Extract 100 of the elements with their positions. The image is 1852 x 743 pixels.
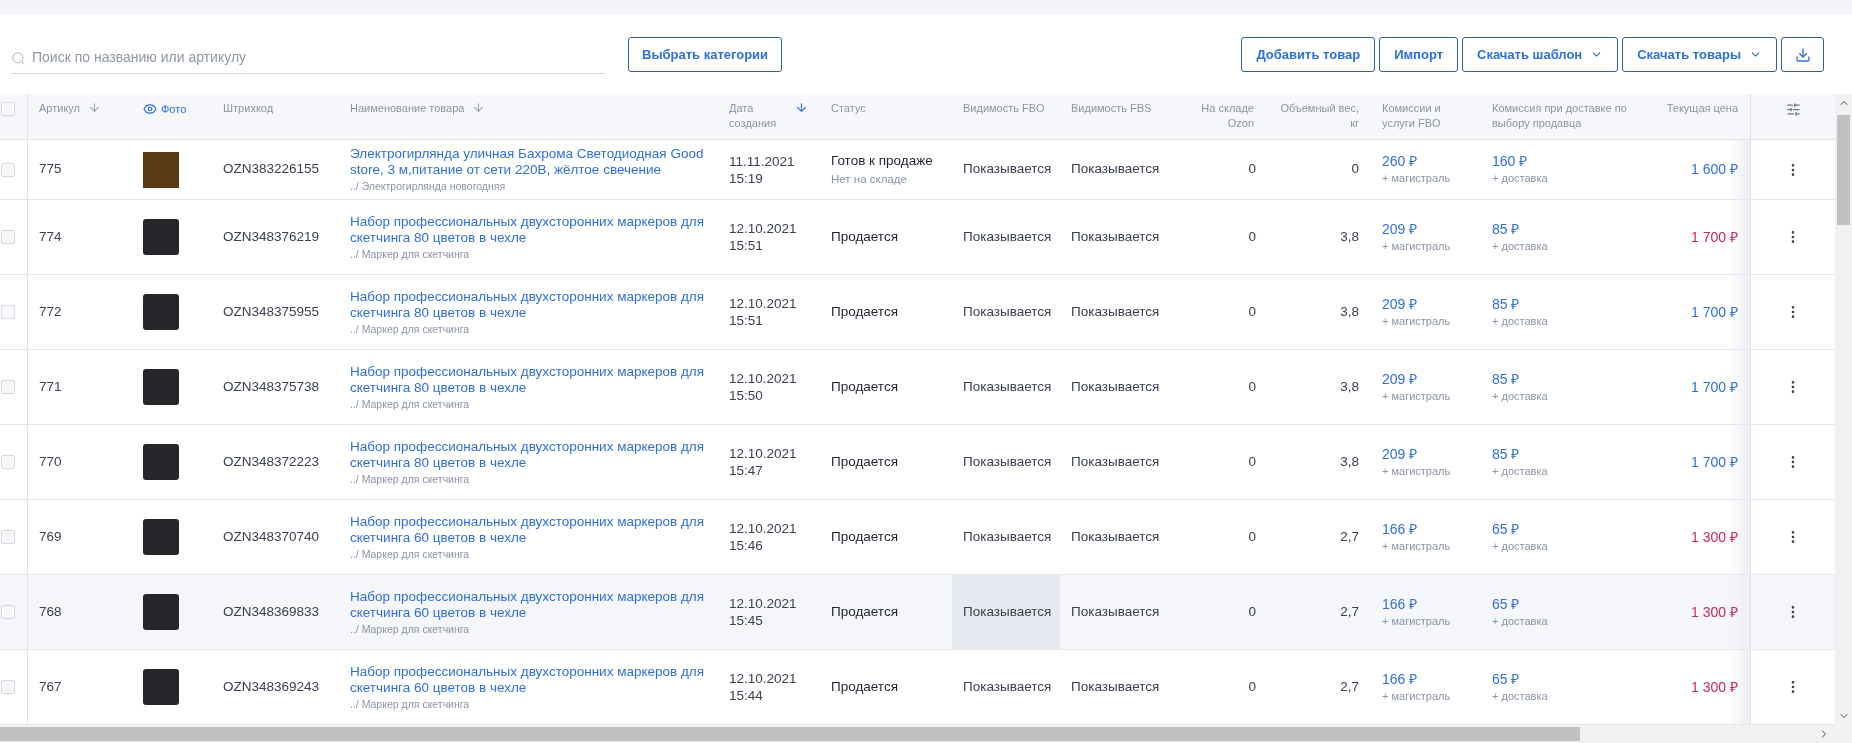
created-time: 15:51 bbox=[729, 312, 763, 329]
commission-link[interactable]: 166 ₽ bbox=[1382, 519, 1418, 538]
status: Продается bbox=[831, 227, 898, 246]
commission-note: + магистраль bbox=[1382, 388, 1451, 404]
current-price[interactable]: 1 700 ₽ bbox=[1691, 301, 1738, 323]
created-time: 15:19 bbox=[729, 169, 763, 187]
checkbox[interactable] bbox=[1, 530, 15, 544]
barcode: OZN348376219 bbox=[223, 227, 320, 246]
commission-link[interactable]: 209 ₽ bbox=[1382, 369, 1418, 388]
product-name-link[interactable]: Набор профессиональных двухсторонних маркеров для скетчинга 80 цветов в чехле bbox=[350, 213, 710, 246]
commission-link[interactable]: 209 ₽ bbox=[1382, 294, 1418, 313]
table-row[interactable] bbox=[0, 200, 1835, 275]
checkbox[interactable] bbox=[1, 305, 15, 319]
download-icon bbox=[1794, 46, 1811, 63]
commission-note: + магистраль bbox=[1382, 171, 1451, 187]
created-date: 12.10.2021 bbox=[729, 220, 797, 237]
checkbox[interactable] bbox=[1, 162, 15, 177]
created-date: 12.10.2021 bbox=[729, 670, 797, 687]
product-name-link[interactable]: Набор профессиональных двухсторонних маркеров для скетчинга 60 цветов в чехле bbox=[350, 588, 710, 621]
product-name-link[interactable]: Набор профессиональных двухсторонних маркеров для скетчинга 60 цветов в чехле bbox=[350, 513, 710, 546]
download-button[interactable] bbox=[1781, 37, 1824, 72]
fbo-visibility: Показывается bbox=[963, 602, 1052, 621]
photo-placeholder bbox=[143, 294, 179, 330]
fbs-visibility: Показывается bbox=[1071, 227, 1160, 246]
table-row[interactable] bbox=[0, 350, 1835, 425]
eye-icon bbox=[143, 102, 157, 117]
product-name-link[interactable]: Набор профессиональных двухсторонних маркеров для скетчинга 80 цветов в чехле bbox=[350, 438, 710, 471]
checkbox[interactable] bbox=[1, 230, 15, 244]
sort-arrow-icon[interactable] bbox=[795, 101, 808, 114]
table-row[interactable] bbox=[0, 275, 1835, 350]
product-name-link[interactable]: Набор профессиональных двухсторонних маркеров для скетчинга 60 цветов в чехле bbox=[350, 663, 710, 696]
photo-toggle[interactable]: Фото bbox=[143, 101, 187, 118]
table-row[interactable] bbox=[0, 425, 1835, 500]
current-price[interactable]: 1 300 ₽ bbox=[1691, 676, 1738, 698]
table-row[interactable] bbox=[0, 650, 1835, 725]
checkbox[interactable] bbox=[1, 605, 15, 619]
current-price[interactable]: 1 700 ₽ bbox=[1691, 226, 1738, 248]
scroll-thumb[interactable] bbox=[1837, 115, 1850, 225]
stock-count: 0 bbox=[1248, 227, 1256, 246]
current-price[interactable]: 1 700 ₽ bbox=[1691, 376, 1738, 398]
fbo-visibility: Показывается bbox=[963, 527, 1052, 546]
commission-link[interactable]: 260 ₽ bbox=[1382, 152, 1418, 171]
delivery-note: + доставка bbox=[1492, 463, 1548, 479]
created-time: 15:51 bbox=[729, 237, 763, 254]
checkbox[interactable] bbox=[1, 455, 15, 469]
commission-note: + магистраль bbox=[1382, 613, 1451, 629]
category-path: ../ Маркер для скетчинга bbox=[350, 396, 470, 411]
photo-placeholder bbox=[143, 444, 179, 480]
current-price[interactable]: 1 700 ₽ bbox=[1691, 451, 1738, 473]
toolbar-button[interactable]: Скачать шаблон bbox=[1462, 37, 1619, 72]
barcode: OZN383226155 bbox=[223, 160, 320, 179]
article-number: 774 bbox=[39, 227, 62, 246]
sort-arrow-icon[interactable] bbox=[88, 101, 101, 114]
delivery-commission-link[interactable]: 85 ₽ bbox=[1492, 369, 1520, 388]
commission-link[interactable]: 209 ₽ bbox=[1382, 444, 1418, 463]
scroll-thumb[interactable] bbox=[0, 727, 1580, 741]
barcode: OZN348369243 bbox=[223, 677, 320, 696]
horizontal-scrollbar[interactable] bbox=[0, 725, 1852, 743]
category-button[interactable]: Выбрать категории bbox=[628, 37, 783, 72]
current-price[interactable]: 1 300 ₽ bbox=[1691, 526, 1738, 548]
column-header: Наименование товара bbox=[350, 101, 465, 116]
category-path: ../ Маркер для скетчинга bbox=[350, 246, 470, 261]
fbs-visibility: Показывается bbox=[1071, 602, 1160, 621]
table-row[interactable] bbox=[0, 500, 1835, 575]
settings-icon[interactable] bbox=[1785, 102, 1801, 117]
delivery-commission-link[interactable]: 65 ₽ bbox=[1492, 669, 1520, 688]
status: Продается bbox=[831, 527, 898, 546]
delivery-commission-link[interactable]: 85 ₽ bbox=[1492, 294, 1520, 313]
delivery-note: + доставка bbox=[1492, 538, 1548, 554]
checkbox[interactable] bbox=[1, 102, 15, 116]
table-row[interactable] bbox=[0, 575, 1835, 650]
checkbox[interactable] bbox=[1, 680, 15, 694]
delivery-commission-link[interactable]: 85 ₽ bbox=[1492, 219, 1520, 238]
commission-note: + магистраль bbox=[1382, 463, 1451, 479]
delivery-commission-link[interactable]: 160 ₽ bbox=[1492, 152, 1528, 171]
product-name-link[interactable]: Набор профессиональных двухсторонних маркеров для скетчинга 80 цветов в чехле bbox=[350, 288, 710, 321]
product-name-link[interactable]: Набор профессиональных двухсторонних маркеров для скетчинга 80 цветов в чехле bbox=[350, 363, 710, 396]
toolbar-button[interactable]: Скачать товары bbox=[1622, 37, 1777, 72]
delivery-commission-link[interactable]: 85 ₽ bbox=[1492, 444, 1520, 463]
toolbar-button[interactable]: Добавить товар bbox=[1241, 37, 1376, 72]
product-name-link[interactable]: Электрогирлянда уличная Бахрома Светодиодная Goodstore, 3 м,питание от сети 220В, жёлтое свечение bbox=[350, 146, 710, 178]
checkbox[interactable] bbox=[1, 380, 15, 394]
delivery-note: + доставка bbox=[1492, 313, 1548, 329]
search-field[interactable]: Поиск по названию или артикулу bbox=[11, 41, 605, 74]
table-row[interactable] bbox=[0, 140, 1835, 200]
category-path: ../ Маркер для скетчинга bbox=[350, 696, 470, 711]
status: Готов к продаже bbox=[831, 151, 933, 170]
vertical-scrollbar[interactable] bbox=[1835, 94, 1852, 725]
delivery-commission-link[interactable]: 65 ₽ bbox=[1492, 594, 1520, 613]
delivery-note: + доставка bbox=[1492, 171, 1548, 187]
delivery-commission-link[interactable]: 65 ₽ bbox=[1492, 519, 1520, 538]
current-price[interactable]: 1 600 ₽ bbox=[1691, 159, 1738, 180]
sort-arrow-icon[interactable] bbox=[472, 101, 486, 114]
commission-link[interactable]: 166 ₽ bbox=[1382, 669, 1418, 688]
current-price[interactable]: 1 300 ₽ bbox=[1691, 601, 1738, 623]
toolbar-button[interactable]: Импорт bbox=[1379, 37, 1458, 72]
commission-link[interactable]: 166 ₽ bbox=[1382, 594, 1418, 613]
commission-link[interactable]: 209 ₽ bbox=[1382, 219, 1418, 238]
barcode: OZN348375738 bbox=[223, 377, 320, 396]
created-time: 15:47 bbox=[729, 462, 763, 479]
